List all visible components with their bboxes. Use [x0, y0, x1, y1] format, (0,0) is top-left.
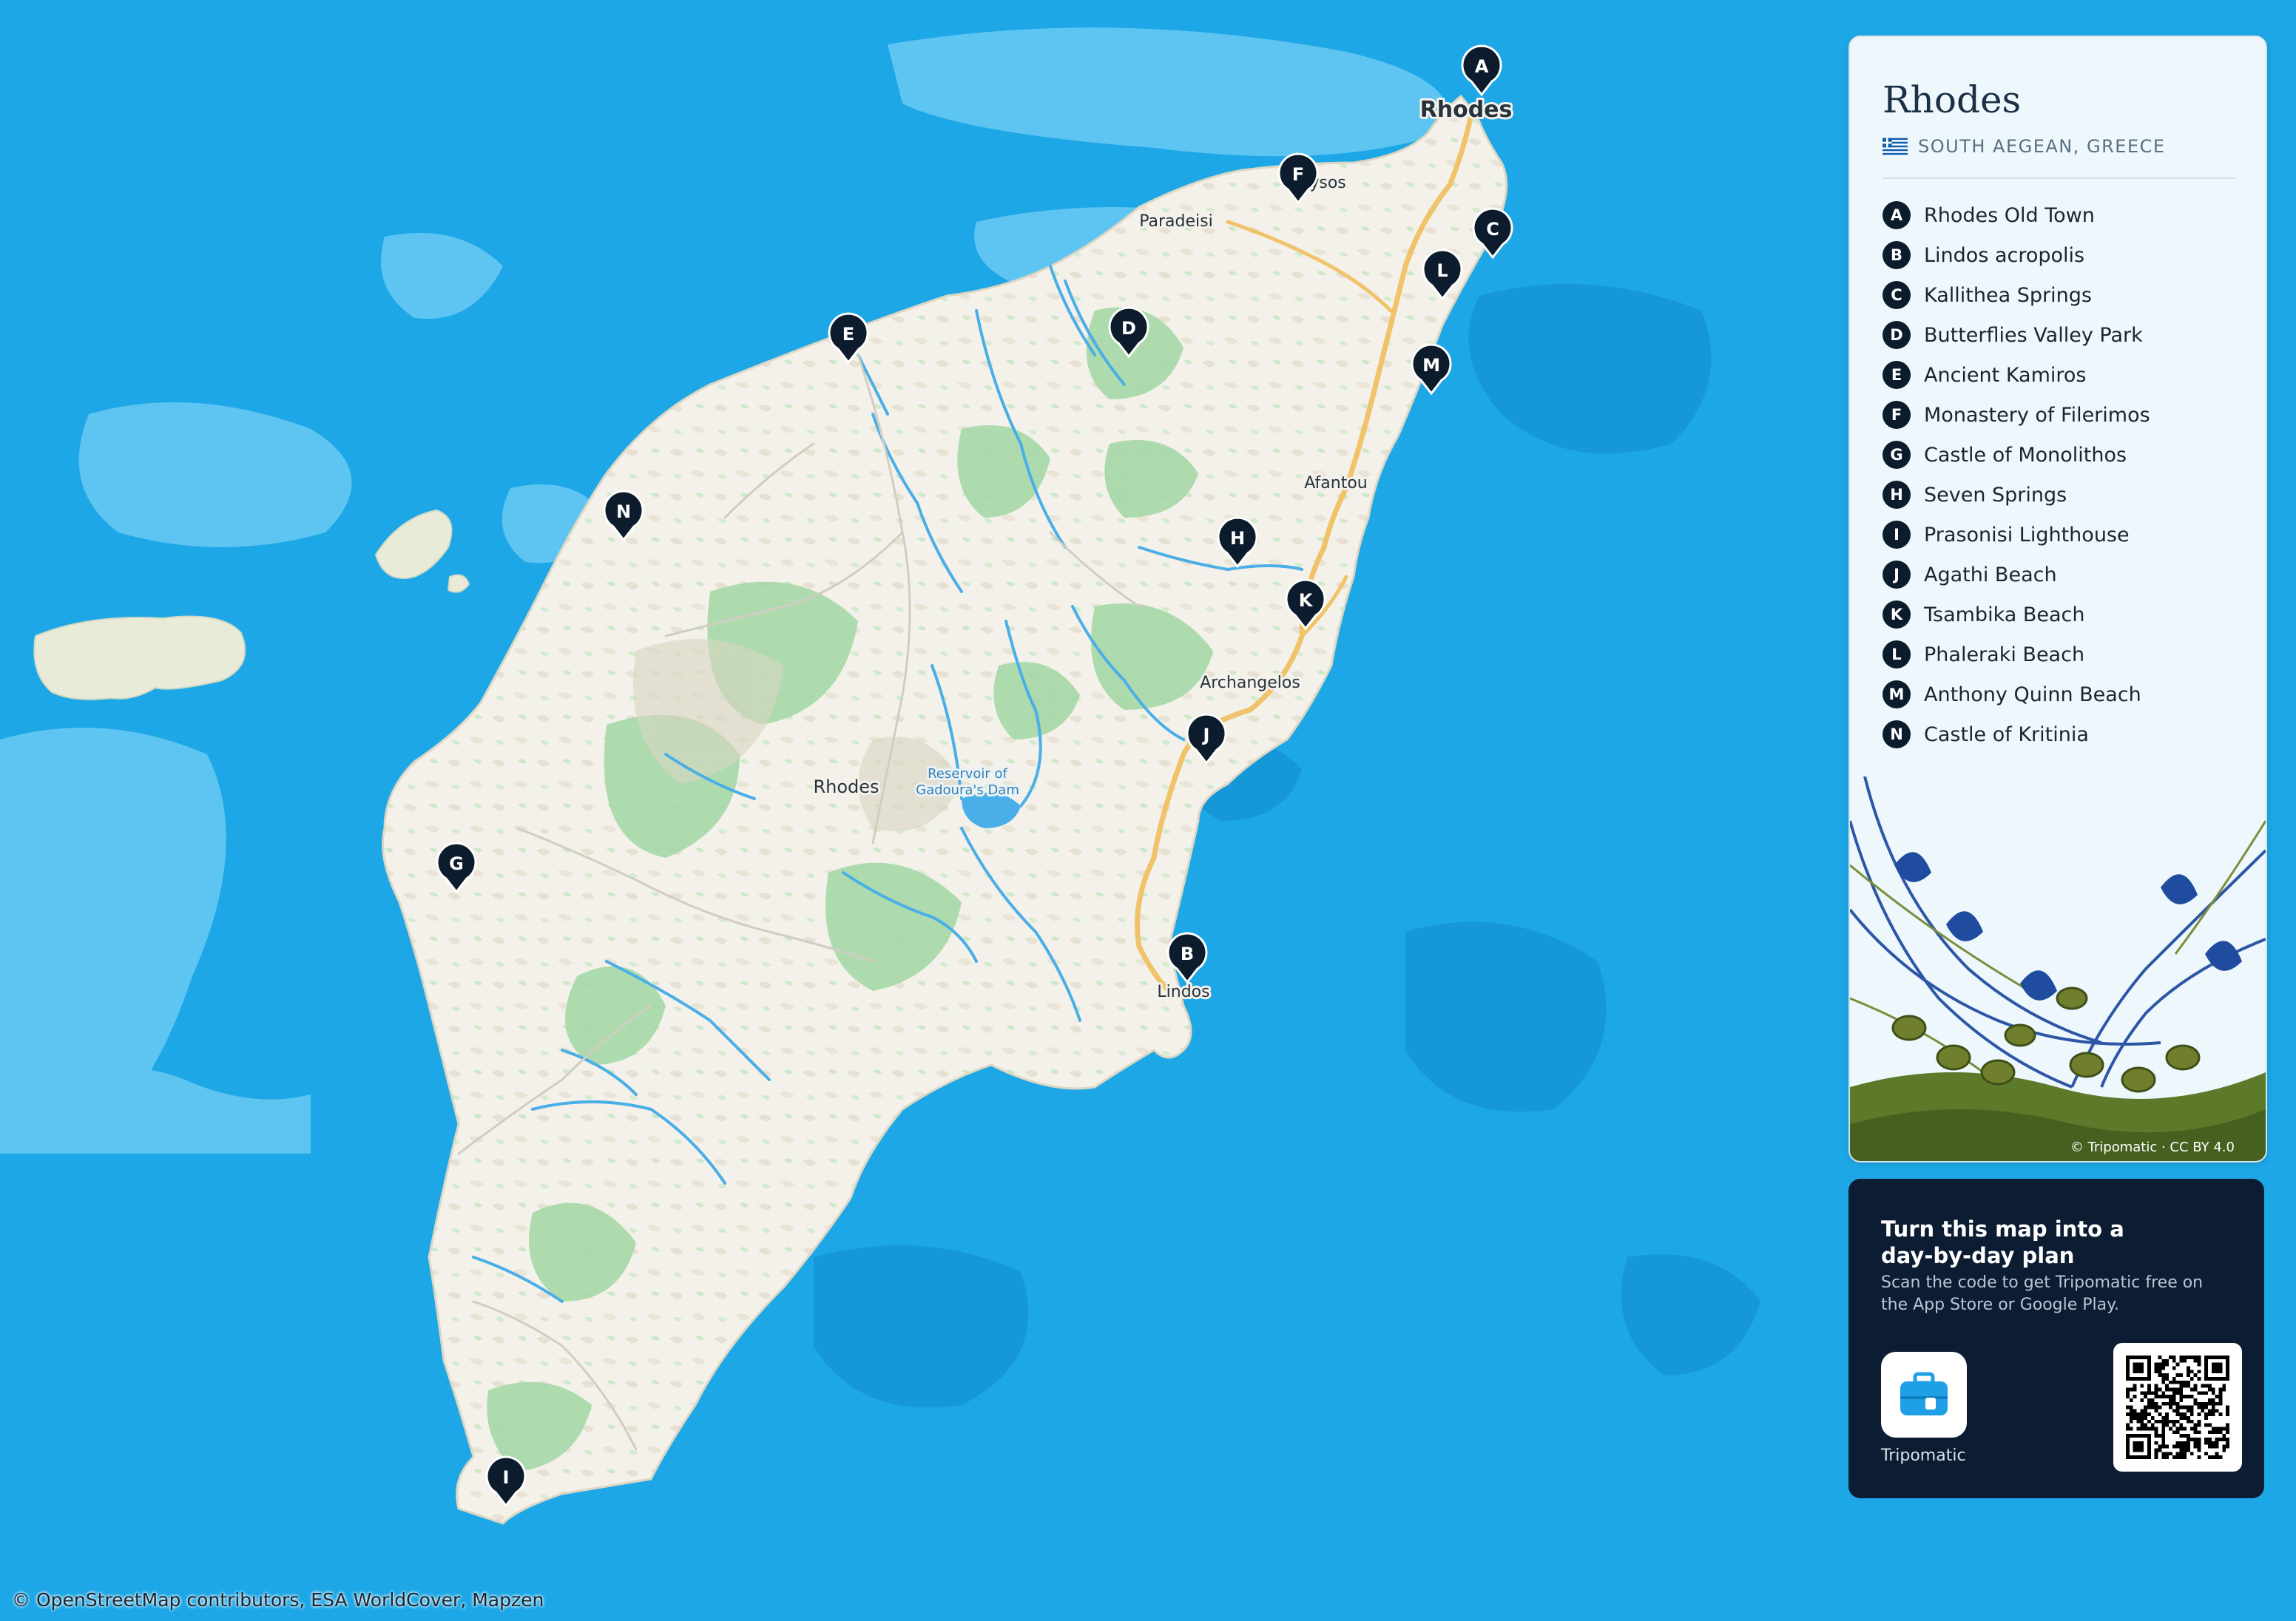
label-lindos: Lindos: [1157, 983, 1209, 1001]
label-rhodes-city: Rhodes: [1420, 97, 1513, 123]
poi-item[interactable]: B Lindos acropolis: [1883, 235, 2150, 275]
label-reservoir-line2: Gadoura's Dam: [916, 782, 1019, 798]
promo-card: Turn this map into a day-by-day plan Sca…: [1848, 1179, 2264, 1498]
label-rhodes-island: Rhodes: [813, 776, 879, 797]
olive-branch-illustration: [1850, 776, 2266, 1161]
poi-name: Castle of Monolithos: [1924, 443, 2127, 467]
poi-name: Castle of Kritinia: [1924, 722, 2089, 746]
marker-letter: C: [1486, 219, 1499, 240]
poi-letter-badge: B: [1883, 241, 1911, 269]
poi-name: Tsambika Beach: [1924, 603, 2085, 626]
legend-divider: [1883, 177, 2236, 179]
poi-item[interactable]: C Kallithea Springs: [1883, 275, 2150, 315]
poi-item[interactable]: N Castle of Kritinia: [1883, 714, 2150, 754]
poi-letter-badge: F: [1883, 401, 1911, 429]
poi-name: Ancient Kamiros: [1924, 363, 2087, 387]
label-reservoir-line1: Reservoir of: [928, 766, 1007, 782]
poi-name: Prasonisi Lighthouse: [1924, 523, 2130, 546]
marker-letter: G: [449, 853, 464, 874]
legend-card: Rhodes SOUTH AEGEAN, GREECE A Rhodes Old …: [1848, 35, 2267, 1163]
tripomatic-app-icon[interactable]: [1881, 1352, 1967, 1438]
marker-letter: F: [1292, 164, 1304, 185]
poi-item[interactable]: E Ancient Kamiros: [1883, 355, 2150, 395]
poi-name: Lindos acropolis: [1924, 243, 2085, 267]
poi-item[interactable]: K Tsambika Beach: [1883, 595, 2150, 634]
poi-item[interactable]: D Butterflies Valley Park: [1883, 315, 2150, 355]
poi-letter-badge: J: [1883, 561, 1911, 589]
marker-letter: H: [1230, 528, 1245, 549]
poi-letter-badge: L: [1883, 640, 1911, 669]
poi-name: Rhodes Old Town: [1924, 203, 2095, 227]
poi-letter-badge: N: [1883, 720, 1911, 748]
poi-list: A Rhodes Old Town B Lindos acropolis C Kallit…: [1883, 195, 2150, 754]
promo-heading: Turn this map into a day-by-day plan: [1881, 1216, 2124, 1268]
poi-item[interactable]: J Agathi Beach: [1883, 555, 2150, 595]
poi-name: Kallithea Springs: [1924, 283, 2092, 307]
legend-title: Rhodes: [1883, 78, 2022, 121]
greece-flag-icon: [1883, 138, 1908, 155]
poi-item[interactable]: H Seven Springs: [1883, 475, 2150, 515]
app-name: Tripomatic: [1881, 1446, 1966, 1465]
poi-letter-badge: K: [1883, 600, 1911, 629]
marker-letter: K: [1299, 590, 1314, 611]
marker-letter: N: [616, 501, 631, 522]
marker-letter: E: [843, 324, 854, 345]
marker-letter: M: [1422, 355, 1440, 376]
poi-name: Agathi Beach: [1924, 563, 2057, 586]
qr-code[interactable]: [2113, 1343, 2242, 1472]
poi-letter-badge: I: [1883, 521, 1911, 549]
poi-name: Monastery of Filerimos: [1924, 403, 2150, 427]
poi-name: Butterflies Valley Park: [1924, 323, 2143, 347]
map-attribution[interactable]: © OpenStreetMap contributors, ESA WorldC…: [12, 1589, 544, 1611]
poi-item[interactable]: F Monastery of Filerimos: [1883, 395, 2150, 435]
poi-letter-badge: M: [1883, 680, 1911, 708]
poi-letter-badge: D: [1883, 321, 1911, 349]
label-paradeisi: Paradeisi: [1139, 212, 1212, 231]
poi-letter-badge: H: [1883, 481, 1911, 509]
marker-letter: D: [1121, 318, 1136, 339]
art-credit: © Tripomatic · CC BY 4.0: [2070, 1140, 2235, 1155]
qr-code-icon: [2126, 1356, 2229, 1459]
poi-name: Phaleraki Beach: [1924, 643, 2085, 666]
legend-subtitle: SOUTH AEGEAN, GREECE: [1883, 136, 2166, 157]
poi-letter-badge: G: [1883, 441, 1911, 469]
marker-letter: A: [1475, 56, 1489, 77]
poi-item[interactable]: A Rhodes Old Town: [1883, 195, 2150, 235]
poi-item[interactable]: I Prasonisi Lighthouse: [1883, 515, 2150, 555]
marker-letter: J: [1202, 725, 1210, 745]
marker-letter: I: [503, 1467, 510, 1488]
poi-item[interactable]: M Anthony Quinn Beach: [1883, 674, 2150, 714]
poi-letter-badge: E: [1883, 361, 1911, 389]
poi-name: Seven Springs: [1924, 483, 2067, 507]
marker-letter: B: [1181, 944, 1194, 964]
marker-letter: L: [1436, 260, 1448, 281]
promo-text: Scan the code to get Tripomatic free on …: [1881, 1273, 2204, 1314]
poi-item[interactable]: G Castle of Monolithos: [1883, 435, 2150, 475]
label-afantou: Afantou: [1304, 474, 1367, 493]
poi-name: Anthony Quinn Beach: [1924, 683, 2141, 706]
poi-item[interactable]: L Phaleraki Beach: [1883, 634, 2150, 674]
legend-region: SOUTH AEGEAN, GREECE: [1918, 136, 2166, 157]
poi-letter-badge: C: [1883, 281, 1911, 309]
suitcase-icon: [1900, 1372, 1948, 1415]
label-archangelos: Archangelos: [1200, 674, 1300, 692]
poi-letter-badge: A: [1883, 201, 1911, 229]
